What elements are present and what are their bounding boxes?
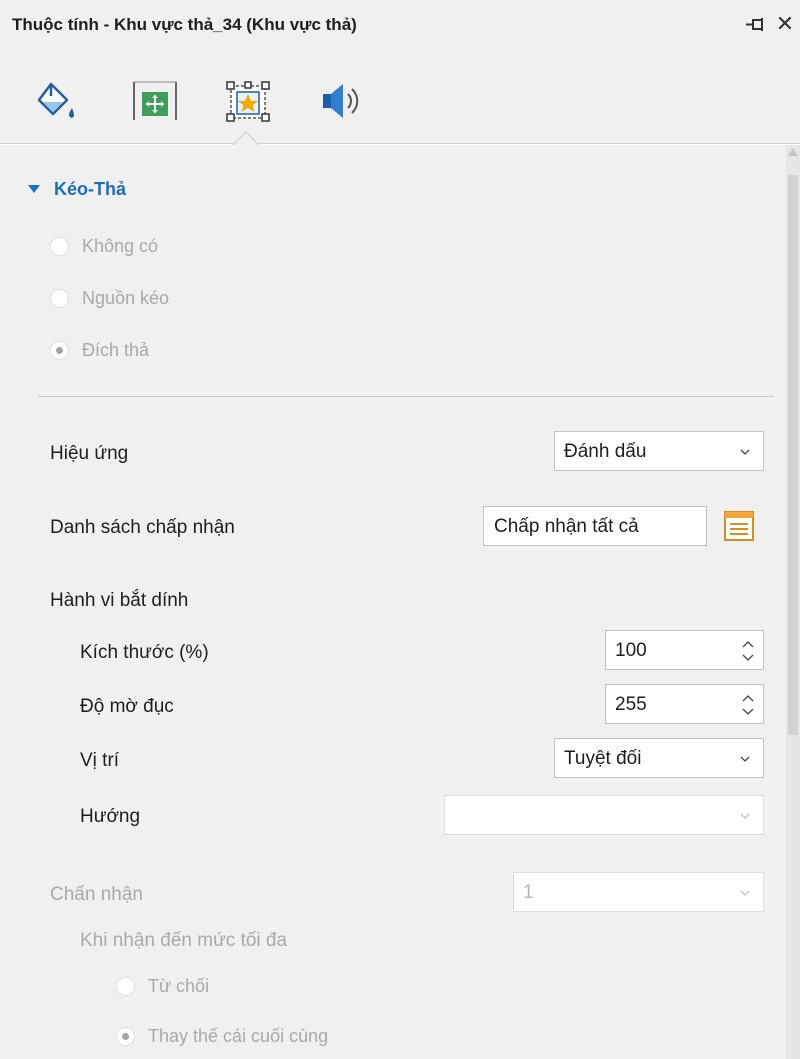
accept-count-value: 1 (523, 882, 534, 903)
size-stepper[interactable]: 100 (605, 630, 764, 670)
radio-button (116, 976, 135, 996)
title-bar: Thuộc tính - Khu vực thả_34 (Khu vực thả… (0, 0, 800, 50)
position-value: Tuyệt đối (564, 748, 642, 769)
selected-tab-indicator (233, 131, 259, 145)
opacity-value: 255 (615, 694, 647, 715)
paint-bucket-icon (37, 82, 74, 118)
accept-list-label: Danh sách chấp nhận (50, 517, 235, 538)
tab-sound[interactable] (317, 76, 367, 126)
direction-label: Hướng (80, 806, 141, 827)
accept-list-field[interactable]: Chấp nhận tất cả (483, 506, 707, 546)
tab-fill[interactable] (33, 76, 83, 126)
property-tabs (0, 50, 800, 144)
tab-size-position[interactable] (130, 76, 180, 126)
star-frame-icon (226, 81, 270, 122)
pin-icon[interactable] (745, 16, 767, 34)
radio-replace-last: Thay thế cái cuối cùng (116, 1024, 328, 1048)
scroll-up-icon[interactable] (788, 148, 798, 156)
window-title: Thuộc tính - Khu vực thả_34 (Khu vực thả… (12, 15, 357, 34)
effect-value: Đánh dấu (564, 441, 647, 462)
position-label: Vị trí (80, 750, 120, 771)
accept-count-label: Chấn nhận (50, 884, 143, 905)
accept-list-value: Chấp nhận tất cả (494, 516, 639, 537)
radio-drag-source: Nguồn kéo (50, 286, 169, 310)
radio-label: Nguồn kéo (82, 287, 170, 308)
section-title: Kéo-Thả (54, 178, 126, 199)
tab-interaction[interactable] (223, 76, 273, 126)
speaker-icon (323, 84, 359, 118)
radio-button-checked (50, 340, 69, 360)
list-icon (724, 511, 754, 541)
spin-arrows-icon[interactable] (741, 691, 755, 719)
chevron-down-icon (740, 449, 750, 455)
effect-dropdown[interactable]: Đánh dấu (554, 431, 764, 471)
divider (38, 396, 774, 397)
radio-drop-target: Đích thả (50, 338, 149, 362)
chevron-down-icon (740, 756, 750, 762)
chevron-down-icon (740, 890, 750, 896)
opacity-stepper[interactable]: 255 (605, 684, 764, 724)
section-drag-drop[interactable]: Kéo-Thả (28, 178, 126, 200)
move-frame-icon (133, 81, 177, 120)
radio-button (50, 288, 69, 308)
opacity-label: Độ mờ đục (80, 696, 174, 717)
spin-arrows-icon[interactable] (741, 637, 755, 665)
effect-label: Hiệu ứng (50, 443, 129, 464)
radio-none: Không có (50, 234, 158, 258)
radio-button (50, 236, 69, 256)
scroll-thumb[interactable] (788, 175, 798, 735)
snap-behavior-label: Hành vi bắt dính (50, 590, 189, 611)
radio-button-checked (116, 1026, 135, 1046)
chevron-down-icon (740, 813, 750, 819)
radio-label: Từ chối (148, 975, 210, 996)
direction-dropdown (444, 795, 764, 835)
radio-reject: Từ chối (116, 974, 209, 998)
position-dropdown[interactable]: Tuyệt đối (554, 738, 764, 778)
max-reached-label: Khi nhận đến mức tối đa (80, 930, 288, 951)
accept-count-dropdown: 1 (513, 872, 764, 912)
close-icon[interactable]: ✕ (774, 10, 796, 38)
size-value: 100 (615, 640, 647, 661)
collapse-triangle-icon[interactable] (28, 185, 40, 193)
edit-list-button[interactable] (716, 506, 762, 546)
radio-label: Không có (82, 235, 159, 256)
radio-label: Đích thả (82, 339, 150, 360)
size-label: Kích thước (%) (80, 642, 209, 663)
radio-label: Thay thế cái cuối cùng (148, 1025, 329, 1046)
